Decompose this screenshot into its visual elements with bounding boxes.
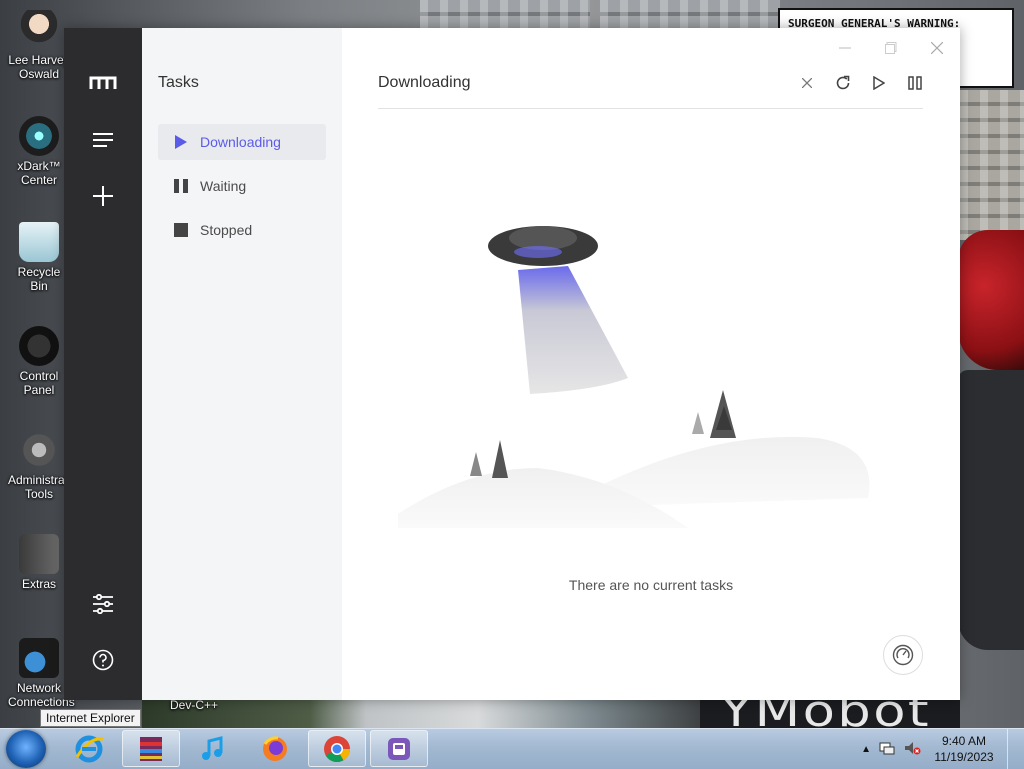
nav-item-label: Downloading [200,134,281,150]
close-window-button[interactable] [914,34,960,62]
show-hidden-icons-icon[interactable]: ▲ [861,744,871,755]
extras-icon [19,534,59,574]
nav-item-label: Waiting [200,178,247,194]
window-controls [822,34,960,62]
network-tray-icon[interactable] [879,741,895,758]
clock[interactable]: 9:40 AM 11/19/2023 [929,733,999,765]
desktop-icon-lee-harvey-oswald[interactable]: Lee Harvey Oswald [8,10,70,81]
admin-tools-icon [19,430,59,470]
speed-limit-button[interactable] [883,635,923,675]
background-building [420,0,590,28]
taskbar-chrome[interactable] [308,730,366,767]
app-rail [64,28,142,700]
maximize-button[interactable] [868,34,914,62]
background-building [960,90,1024,240]
show-desktop-button[interactable] [1007,729,1018,769]
close-icon[interactable] [798,72,816,94]
stop-icon [170,223,192,237]
nav-item-label: Stopped [200,222,253,238]
xdark-icon [19,116,59,156]
pause-icon[interactable] [906,72,924,94]
taskbar-firefox[interactable] [246,730,304,767]
play-icon[interactable] [870,72,888,94]
desktop-icon-dev-cpp[interactable]: Dev-C++ [164,698,224,712]
plus-icon[interactable] [88,181,118,211]
taskbar-internet-explorer[interactable] [60,730,118,767]
desktop-icon-administrative-tools[interactable]: Administrative Tools [8,430,83,501]
taskbar: ▲ 9:40 AM 11/19/2023 [0,728,1024,769]
menu-icon[interactable] [88,125,118,155]
minimize-button[interactable] [822,34,868,62]
help-icon[interactable] [88,645,118,675]
play-icon [170,135,192,149]
taskbar-itunes[interactable] [184,730,242,767]
header-divider [378,108,923,109]
chrome-icon [324,735,351,762]
motrix-icon [388,737,410,760]
system-tray: ▲ 9:40 AM 11/19/2023 [861,729,1018,769]
background-strip [142,700,702,728]
speedometer-icon [892,644,914,666]
background-building [600,0,780,28]
nav-item-stopped[interactable]: Stopped [158,212,326,248]
network-icon [19,638,59,678]
clock-date: 11/19/2023 [934,750,994,764]
motrix-logo-icon[interactable] [88,68,118,98]
taskbar-motrix[interactable] [370,730,428,767]
desktop-icon-extras[interactable]: Extras [8,534,70,591]
task-main-panel: Downloading There are no current tasks [342,28,960,700]
desktop-icon-recycle-bin[interactable]: Recycle Bin [8,222,70,293]
page-title: Downloading [378,74,471,91]
control-panel-icon [19,326,59,366]
volume-muted-icon[interactable] [903,740,921,759]
background-vehicle [958,370,1024,650]
empty-state-message: There are no current tasks [568,577,734,593]
winrar-icon [140,736,162,761]
refresh-icon[interactable] [834,72,852,94]
desktop-icon-xdark-center[interactable]: xDark™ Center [8,116,70,187]
internet-explorer-icon [75,735,104,762]
start-button[interactable] [6,730,46,768]
recycle-bin-icon [19,222,59,262]
person-icon [19,10,59,50]
clock-time: 9:40 AM [941,734,987,748]
background-red-figure [958,230,1024,370]
ufo-illustration [398,226,870,528]
itunes-icon [202,735,223,760]
task-subnav: Tasks Downloading Waiting Stopped [142,28,342,700]
firefox-icon [263,735,287,761]
task-toolbar [798,72,924,94]
desktop-icon-control-panel[interactable]: Control Panel [8,326,70,397]
nav-item-downloading[interactable]: Downloading [158,124,326,160]
subnav-title: Tasks [158,74,199,91]
motrix-window: Tasks Downloading Waiting Stopped Downlo… [64,28,960,700]
pause-icon [170,179,192,193]
sliders-icon[interactable] [88,589,118,619]
nav-item-waiting[interactable]: Waiting [158,168,326,204]
desktop-icon-network-connections[interactable]: Network Connections [8,638,75,709]
taskbar-winrar[interactable] [122,730,180,767]
tooltip: Internet Explorer [40,709,141,727]
